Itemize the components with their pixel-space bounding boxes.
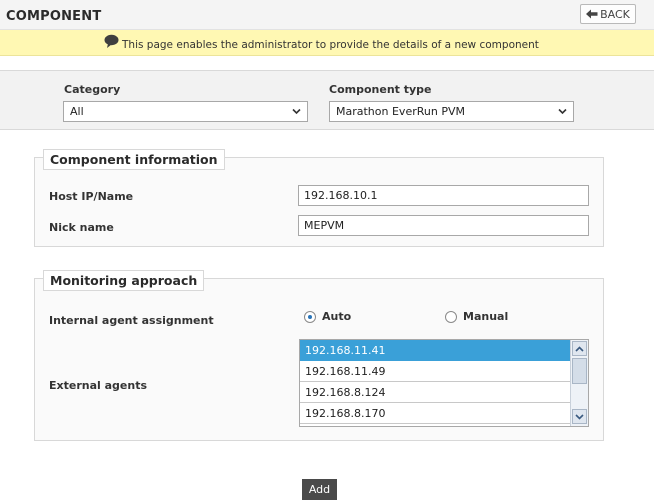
chevron-down-icon: [292, 108, 301, 115]
filter-bar: Category All Component type Marathon Eve…: [0, 70, 654, 130]
listbox-scrollbar[interactable]: [570, 340, 588, 426]
scroll-up-button[interactable]: [572, 341, 587, 356]
external-agents-label: External agents: [49, 379, 148, 392]
back-button-label: BACK: [600, 7, 630, 21]
category-select[interactable]: All: [63, 101, 308, 122]
radio-unselected-icon: [445, 310, 457, 323]
nick-name-input[interactable]: [298, 215, 589, 236]
back-button[interactable]: BACK: [580, 4, 636, 24]
radio-selected-icon: [304, 310, 316, 323]
component-type-value: Marathon EverRun PVM: [336, 105, 465, 118]
component-type-label: Component type: [329, 83, 432, 96]
manual-radio-label: Manual: [463, 310, 509, 323]
page-title: COMPONENT: [6, 9, 102, 24]
category-label: Category: [64, 83, 121, 96]
auto-radio[interactable]: Auto: [304, 310, 351, 323]
list-item[interactable]: 192.168.11.49: [300, 361, 570, 382]
info-text: This page enables the administrator to p…: [122, 39, 539, 51]
external-agents-listbox[interactable]: 192.168.11.41 192.168.11.49 192.168.8.12…: [299, 339, 589, 427]
list-item[interactable]: 192.168.11.41: [300, 340, 570, 361]
monitoring-approach-legend: Monitoring approach: [43, 270, 205, 291]
scroll-down-button[interactable]: [572, 409, 587, 424]
host-ip-input[interactable]: [298, 185, 589, 206]
chevron-down-icon: [558, 108, 567, 115]
manual-radio[interactable]: Manual: [445, 310, 508, 323]
host-ip-label: Host IP/Name: [49, 190, 134, 203]
category-value: All: [70, 105, 84, 118]
list-item[interactable]: 192.168.8.170: [300, 403, 570, 424]
speech-bubble-icon: [104, 34, 119, 48]
chevron-down-icon: [575, 413, 584, 420]
back-arrow-icon: [586, 9, 598, 19]
nick-name-label: Nick name: [49, 221, 114, 234]
info-bar: This page enables the administrator to p…: [0, 30, 654, 56]
list-item[interactable]: 192.168.8.124: [300, 382, 570, 403]
page-header: COMPONENT BACK: [0, 0, 654, 30]
component-information-legend: Component information: [43, 149, 225, 170]
add-button[interactable]: Add: [302, 479, 337, 500]
scroll-thumb[interactable]: [572, 358, 587, 384]
internal-agent-label: Internal agent assignment: [49, 314, 214, 327]
component-type-select[interactable]: Marathon EverRun PVM: [329, 101, 574, 122]
chevron-up-icon: [575, 345, 584, 352]
auto-radio-label: Auto: [322, 310, 352, 323]
